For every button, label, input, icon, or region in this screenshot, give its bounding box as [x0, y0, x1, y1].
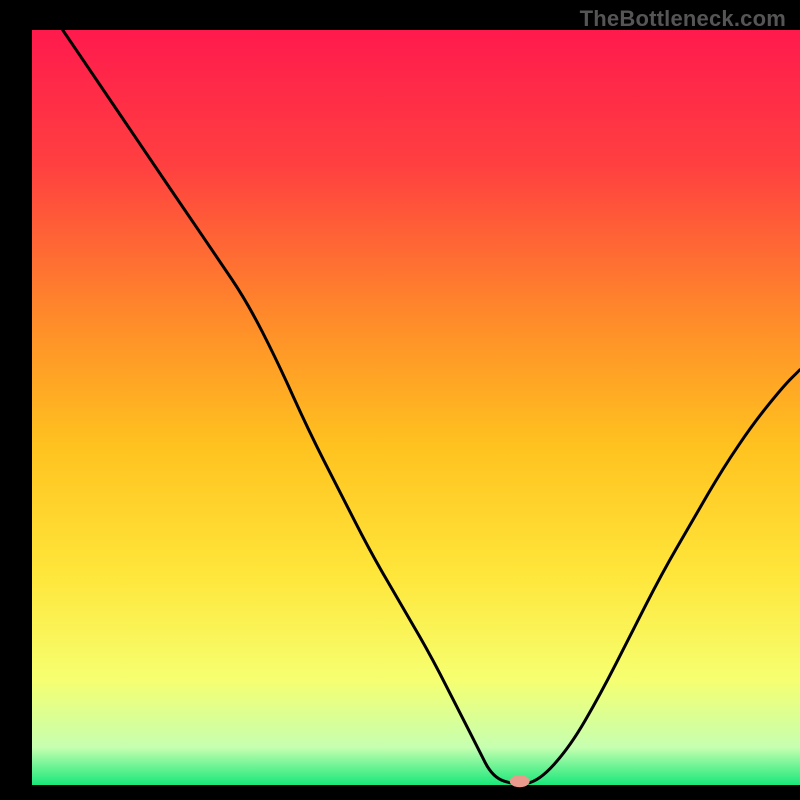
- chart-gradient-bg: [32, 30, 800, 785]
- bottleneck-chart: TheBottleneck.com: [0, 0, 800, 800]
- optimum-marker: [510, 775, 530, 787]
- watermark-text: TheBottleneck.com: [580, 6, 786, 32]
- chart-svg: [0, 0, 800, 800]
